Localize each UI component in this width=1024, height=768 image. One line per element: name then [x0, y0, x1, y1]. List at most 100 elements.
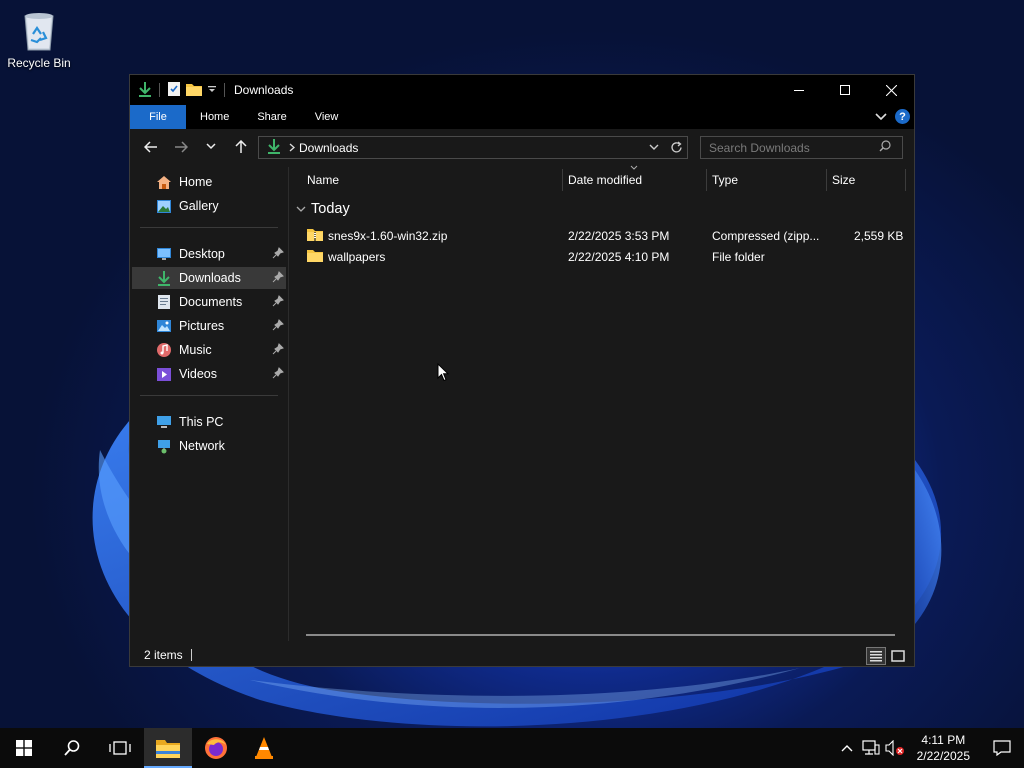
sidebar-label: Documents: [179, 295, 243, 309]
sidebar-item-documents[interactable]: Documents: [132, 291, 286, 313]
tab-share[interactable]: Share: [243, 105, 300, 129]
taskbar-vlc[interactable]: [240, 728, 288, 768]
home-icon: [155, 173, 173, 191]
navigation-pane: Home Gallery Desktop Downloads Documents…: [130, 167, 288, 641]
group-header-today[interactable]: Today: [296, 201, 350, 217]
show-hidden-icons-button[interactable]: [835, 728, 859, 768]
sidebar-label: Videos: [179, 367, 217, 381]
address-history-button[interactable]: [643, 144, 665, 151]
recent-locations-button[interactable]: [196, 135, 226, 159]
new-folder-icon[interactable]: [185, 82, 203, 99]
sidebar-item-gallery[interactable]: Gallery: [132, 195, 286, 217]
downloads-icon: [155, 269, 173, 287]
status-divider: [190, 649, 192, 661]
help-button[interactable]: ?: [895, 109, 910, 124]
up-button[interactable]: [226, 135, 256, 159]
sidebar-divider: [140, 395, 278, 396]
chevron-down-icon: [649, 144, 659, 150]
sidebar-label: Pictures: [179, 319, 225, 333]
search-button[interactable]: [48, 728, 96, 768]
tab-home[interactable]: Home: [186, 105, 243, 129]
column-header-size[interactable]: Size: [832, 167, 855, 193]
sidebar-item-home[interactable]: Home: [132, 171, 286, 193]
pin-icon[interactable]: [272, 247, 286, 261]
customize-qa-icon[interactable]: [207, 83, 217, 98]
column-divider[interactable]: [562, 169, 563, 191]
forward-button[interactable]: [166, 135, 196, 159]
column-divider[interactable]: [706, 169, 707, 191]
sidebar-label: Desktop: [179, 247, 225, 261]
sidebar-item-this-pc[interactable]: This PC: [132, 411, 286, 433]
column-header-name[interactable]: Name: [307, 167, 339, 193]
taskbar-firefox[interactable]: [192, 728, 240, 768]
notifications-button[interactable]: [980, 728, 1024, 768]
pin-icon[interactable]: [272, 319, 286, 333]
back-button[interactable]: [136, 135, 166, 159]
search-input[interactable]: [709, 140, 879, 155]
volume-tray-button[interactable]: [883, 728, 907, 768]
file-name: snes9x-1.60-win32.zip: [328, 229, 448, 243]
task-view-button[interactable]: [96, 728, 144, 768]
pin-icon[interactable]: [272, 295, 286, 309]
large-icons-view-button[interactable]: [888, 647, 908, 665]
search-icon: [64, 740, 80, 756]
file-date: 2/22/2025 4:10 PM: [568, 250, 670, 264]
network-tray-button[interactable]: [859, 728, 883, 768]
sidebar-item-network[interactable]: Network: [132, 435, 286, 457]
start-button[interactable]: [0, 728, 48, 768]
tab-file[interactable]: File: [130, 105, 186, 129]
mouse-cursor-icon: [437, 363, 449, 382]
table-row[interactable]: wallpapers 2/22/2025 4:10 PM File folder: [306, 247, 906, 267]
taskbar-clock[interactable]: 4:11 PM 2/22/2025: [907, 732, 980, 764]
tab-view[interactable]: View: [301, 105, 353, 129]
forward-arrow-icon: [175, 141, 188, 153]
pin-icon[interactable]: [272, 367, 286, 381]
pin-icon[interactable]: [272, 343, 286, 357]
start-icon: [16, 740, 32, 756]
close-button[interactable]: [868, 75, 914, 105]
column-divider[interactable]: [826, 169, 827, 191]
zip-folder-icon: [306, 227, 324, 245]
sidebar-item-desktop[interactable]: Desktop: [132, 243, 286, 265]
column-header-date-modified[interactable]: Date modified: [568, 167, 642, 193]
search-box[interactable]: [700, 136, 903, 159]
window-title: Downloads: [234, 83, 294, 97]
back-arrow-icon: [144, 141, 157, 153]
details-view-button[interactable]: [866, 647, 886, 665]
chevron-down-icon: [875, 112, 887, 120]
horizontal-scrollbar[interactable]: [306, 634, 895, 636]
column-divider[interactable]: [905, 169, 906, 191]
file-type: Compressed (zipp...: [712, 229, 820, 243]
breadcrumb-chevron-icon: [289, 141, 295, 155]
properties-icon[interactable]: [167, 81, 181, 100]
ribbon-tabs: File Home Share View ?: [130, 105, 914, 129]
pin-icon[interactable]: [272, 271, 286, 285]
maximize-button[interactable]: [822, 75, 868, 105]
notification-icon: [993, 740, 1011, 756]
sidebar-item-downloads[interactable]: Downloads: [132, 267, 286, 289]
sidebar-item-videos[interactable]: Videos: [132, 363, 286, 385]
column-header-type[interactable]: Type: [712, 167, 738, 193]
address-bar[interactable]: Downloads: [258, 136, 688, 159]
expand-ribbon-button[interactable]: [875, 110, 887, 124]
breadcrumb-downloads[interactable]: Downloads: [299, 141, 358, 155]
status-bar: 2 items: [130, 644, 914, 666]
item-count: 2 items: [144, 648, 183, 662]
taskbar-file-explorer[interactable]: [144, 728, 192, 768]
desktop-recycle-bin[interactable]: Recycle Bin: [4, 8, 74, 70]
group-label: Today: [311, 201, 350, 217]
refresh-icon: [670, 141, 682, 153]
minimize-button[interactable]: [776, 75, 822, 105]
gallery-icon: [155, 197, 173, 215]
table-row[interactable]: snes9x-1.60-win32.zip 2/22/2025 3:53 PM …: [306, 226, 906, 246]
file-name: wallpapers: [328, 250, 386, 264]
sidebar-divider: [140, 227, 278, 228]
title-bar[interactable]: Downloads: [130, 75, 914, 105]
sidebar-item-pictures[interactable]: Pictures: [132, 315, 286, 337]
sidebar-item-music[interactable]: Music: [132, 339, 286, 361]
refresh-button[interactable]: [665, 141, 687, 154]
chevron-down-icon: [206, 143, 216, 150]
minimize-icon: [794, 90, 804, 91]
quick-access-toolbar: [130, 75, 228, 105]
pane-splitter[interactable]: [288, 167, 289, 641]
